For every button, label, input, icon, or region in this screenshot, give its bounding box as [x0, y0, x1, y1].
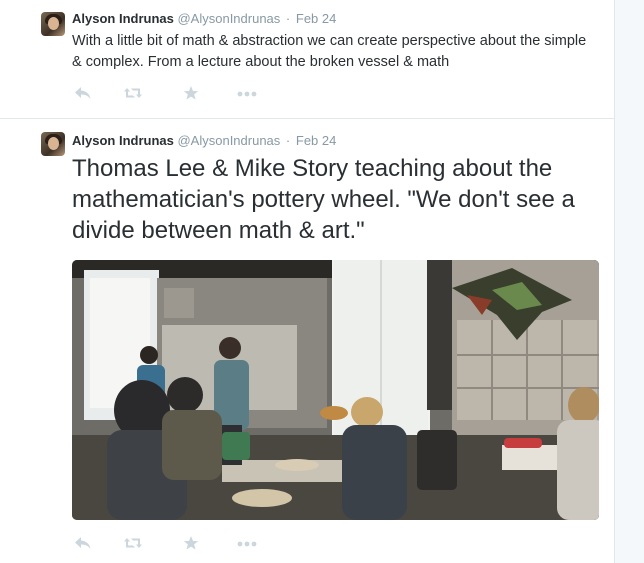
separator: ·	[285, 11, 291, 26]
reply-icon[interactable]	[72, 83, 94, 103]
tweet-header: Alyson Indrunas @AlysonIndrunas · Feb 24	[72, 132, 336, 150]
tweet-text: With a little bit of math & abstraction …	[72, 33, 587, 70]
retweet-icon[interactable]	[122, 533, 144, 553]
avatar[interactable]	[41, 132, 65, 156]
more-icon[interactable]	[235, 533, 259, 553]
reply-icon[interactable]	[72, 533, 94, 553]
tweet-stream: Alyson Indrunas @AlysonIndrunas · Feb 24…	[0, 0, 615, 563]
timestamp[interactable]: Feb 24	[296, 11, 336, 26]
tweet-actions	[72, 533, 272, 553]
more-icon[interactable]	[235, 83, 259, 103]
tweet[interactable]: Alyson Indrunas @AlysonIndrunas · Feb 24…	[0, 0, 614, 119]
timestamp[interactable]: Feb 24	[296, 133, 336, 148]
tweet[interactable]: Alyson Indrunas @AlysonIndrunas · Feb 24…	[0, 119, 614, 563]
favorite-icon[interactable]	[180, 533, 202, 553]
username[interactable]: @AlysonIndrunas	[177, 133, 280, 148]
avatar[interactable]	[41, 12, 65, 36]
tweet-header: Alyson Indrunas @AlysonIndrunas · Feb 24	[72, 10, 336, 28]
fullname[interactable]: Alyson Indrunas	[72, 133, 174, 148]
classroom-photo[interactable]	[72, 260, 599, 520]
username[interactable]: @AlysonIndrunas	[177, 11, 280, 26]
tweet-text: Thomas Lee & Mike Story teaching about t…	[72, 155, 575, 244]
retweet-icon[interactable]	[122, 83, 144, 103]
fullname[interactable]: Alyson Indrunas	[72, 11, 174, 26]
separator: ·	[285, 133, 291, 148]
favorite-icon[interactable]	[180, 83, 202, 103]
tweet-actions	[72, 83, 272, 103]
